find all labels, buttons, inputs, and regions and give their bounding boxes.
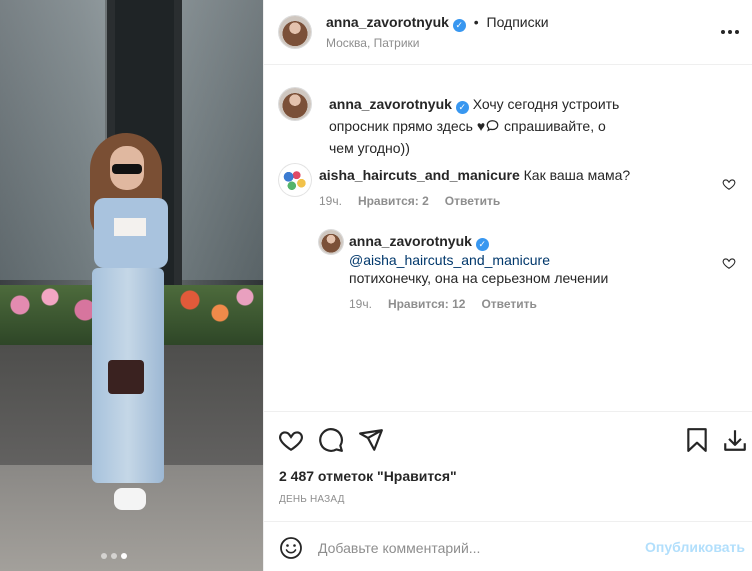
comments-list[interactable]: anna_zavorotnyuk ✓ Хочу сегодня устроить…	[264, 66, 752, 411]
heart-emoji: ♥	[476, 118, 486, 134]
reply-time[interactable]: 19ч.	[349, 295, 372, 313]
reply-button[interactable]: Ответить	[445, 192, 500, 210]
comment-meta: 19ч. Нравится: 2 Ответить	[319, 192, 649, 210]
reply-body: anna_zavorotnyuk ✓ @aisha_haircuts_and_m…	[349, 232, 679, 313]
comment-time[interactable]: 19ч.	[319, 192, 342, 210]
reply-likes[interactable]: Нравится: 12	[388, 295, 466, 313]
header-separator: •	[473, 14, 479, 30]
heart-icon[interactable]	[278, 427, 304, 453]
post-details: anna_zavorotnyuk ✓ • Подписки Москва, Па…	[263, 0, 752, 571]
post-actions: 2 487 отметок "Нравится" ДЕНЬ НАЗАД	[264, 411, 752, 531]
comment-likes[interactable]: Нравится: 2	[358, 192, 429, 210]
share-icon[interactable]	[358, 427, 384, 453]
reply-username[interactable]: anna_zavorotnyuk	[349, 233, 472, 249]
post-date[interactable]: ДЕНЬ НАЗАД	[279, 494, 345, 505]
verified-badge-icon: ✓	[475, 238, 489, 251]
comment-avatar[interactable]	[279, 164, 311, 196]
like-reply-heart-icon[interactable]	[722, 256, 736, 270]
comment-body: aisha_haircuts_and_manicure Как ваша мам…	[319, 166, 649, 210]
publish-button[interactable]: Опубликовать	[645, 539, 745, 555]
likes-count[interactable]: 2 487 отметок "Нравится"	[279, 468, 457, 484]
photo-window-right	[180, 0, 263, 280]
reply-meta: 19ч. Нравится: 12 Ответить	[349, 295, 679, 313]
header-name-row: anna_zavorotnyuk ✓ • Подписки	[326, 14, 549, 32]
carousel-dot	[111, 553, 117, 559]
reply-button[interactable]: Ответить	[481, 295, 536, 313]
following-button[interactable]: Подписки	[487, 14, 549, 30]
bookmark-icon[interactable]	[684, 427, 710, 453]
post-header: anna_zavorotnyuk ✓ • Подписки Москва, Па…	[264, 0, 752, 65]
like-comment-heart-icon[interactable]	[722, 177, 736, 191]
photo-person	[78, 128, 188, 528]
carousel-dots	[101, 553, 127, 559]
post-photo[interactable]	[0, 0, 263, 571]
caption-body: anna_zavorotnyuk ✓ Хочу сегодня устроить…	[329, 93, 629, 159]
reply-avatar[interactable]	[319, 230, 343, 254]
header-username[interactable]: anna_zavorotnyuk	[326, 14, 449, 30]
add-comment-bar: Опубликовать	[264, 521, 752, 571]
caption-avatar[interactable]	[279, 88, 311, 120]
carousel-dot	[101, 553, 107, 559]
download-icon[interactable]	[722, 427, 748, 453]
comment-username[interactable]: aisha_haircuts_and_manicure	[319, 167, 520, 183]
carousel-dot-active	[121, 553, 127, 559]
verified-badge-icon: ✓	[455, 101, 469, 114]
more-options-icon[interactable]	[719, 22, 741, 42]
mention-link[interactable]: @aisha_haircuts_and_manicure	[349, 252, 550, 268]
speech-bubble-emoji	[485, 118, 500, 134]
comment-input[interactable]	[318, 538, 618, 558]
avatar[interactable]	[279, 16, 311, 48]
comment-icon[interactable]	[318, 427, 344, 453]
location-link[interactable]: Москва, Патрики	[326, 36, 420, 50]
caption-username[interactable]: anna_zavorotnyuk	[329, 96, 452, 112]
verified-badge-icon: ✓	[452, 19, 466, 32]
reply-text: потихонечку, она на серьезном лечении	[349, 270, 609, 286]
comment-text: Как ваша мама?	[523, 167, 631, 183]
emoji-icon[interactable]	[279, 536, 303, 560]
